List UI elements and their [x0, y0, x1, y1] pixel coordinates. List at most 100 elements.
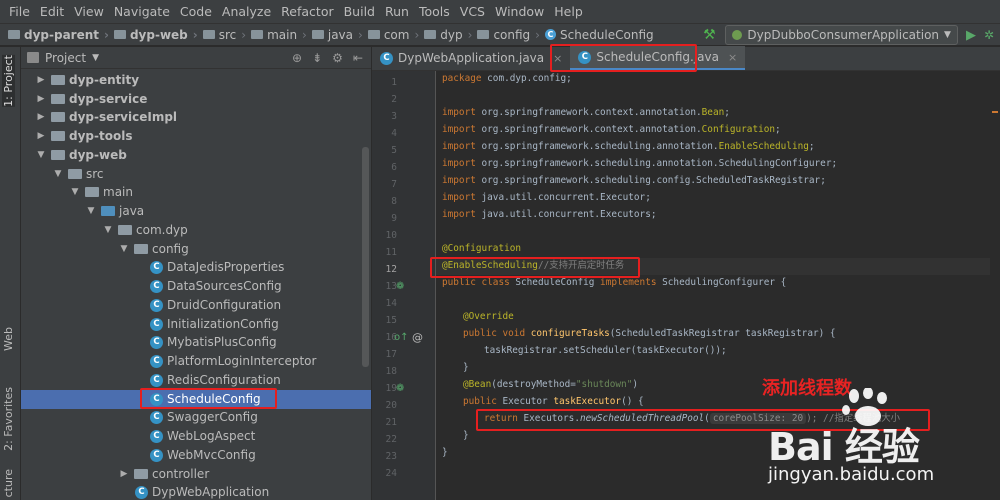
- menu-tools[interactable]: Tools: [414, 0, 455, 24]
- tree-item-class[interactable]: C DataSourcesConfig: [21, 277, 371, 296]
- menu-navigate[interactable]: Navigate: [109, 0, 175, 24]
- hide-icon[interactable]: ⇤: [353, 51, 363, 65]
- breadcrumb-label: ScheduleConfig: [559, 27, 654, 42]
- collapse-arrow-icon[interactable]: ▼: [52, 169, 64, 179]
- override-gutter-icon[interactable]: o↑: [394, 332, 409, 343]
- menu-edit[interactable]: Edit: [35, 0, 69, 24]
- breadcrumb-item[interactable]: C ScheduleConfig: [544, 27, 654, 42]
- menu-run[interactable]: Run: [380, 0, 414, 24]
- collapse-arrow-icon[interactable]: ▼: [102, 225, 114, 235]
- expand-arrow-icon[interactable]: ▶: [35, 112, 47, 122]
- scrollbar[interactable]: [362, 147, 369, 367]
- tree-item-class[interactable]: C DypWebApplication: [21, 483, 371, 500]
- tree-item-label: dyp-web: [69, 148, 127, 163]
- code-text: ;: [724, 107, 730, 118]
- collapse-arrow-icon[interactable]: ▼: [118, 244, 130, 254]
- line-number: 17: [385, 349, 397, 360]
- tool-tab-favorites[interactable]: 2: Favorites: [2, 387, 15, 451]
- tree-item-config[interactable]: ▼ config: [21, 240, 371, 259]
- tree-item-dyp-serviceimpl[interactable]: ▶ dyp-serviceImpl: [21, 108, 371, 127]
- code-line: @Configuration: [442, 241, 521, 258]
- spring-bean-gutter-icon[interactable]: ❁: [396, 383, 404, 394]
- code-text: org.springframework.scheduling.annotatio…: [475, 158, 832, 169]
- code-text: com.dyp.config;: [481, 73, 572, 84]
- tree-item-label: DruidConfiguration: [167, 298, 282, 313]
- menu-code[interactable]: Code: [175, 0, 217, 24]
- close-icon[interactable]: ×: [728, 51, 737, 64]
- tree-item-class[interactable]: C WebMvcConfig: [21, 446, 371, 465]
- tab-dyp-web-application[interactable]: C DypWebApplication.java ×: [372, 46, 570, 70]
- code-line: @Override: [463, 309, 514, 326]
- run-icon[interactable]: ▶: [966, 28, 976, 43]
- expand-arrow-icon[interactable]: ▶: [35, 94, 47, 104]
- breadcrumb-item[interactable]: dyp-web ›: [113, 28, 203, 42]
- menu-analyze[interactable]: Analyze: [217, 0, 276, 24]
- tree-item-dyp-web[interactable]: ▼ dyp-web: [21, 146, 371, 165]
- breadcrumb-item[interactable]: com ›: [367, 27, 424, 42]
- keyword: package: [442, 73, 482, 84]
- tree-item-controller[interactable]: ▶ controller: [21, 465, 371, 484]
- module-folder-icon: [113, 30, 126, 39]
- tree-item-main[interactable]: ▼ main: [21, 183, 371, 202]
- menu-help[interactable]: Help: [549, 0, 588, 24]
- keyword: import: [442, 192, 476, 203]
- tree-item-dyp-tools[interactable]: ▶ dyp-tools: [21, 127, 371, 146]
- tree-item-class[interactable]: C RedisConfiguration: [21, 371, 371, 390]
- run-config-label: DypDubboConsumerApplication: [747, 28, 940, 42]
- collapse-arrow-icon[interactable]: ▼: [69, 187, 81, 197]
- package-icon: [134, 469, 148, 480]
- locate-icon[interactable]: ⊕: [292, 51, 302, 65]
- tree-item-dyp-service[interactable]: ▶ dyp-service: [21, 90, 371, 109]
- tree-item-dyp-entity[interactable]: ▶ dyp-entity: [21, 71, 371, 90]
- tree-item-class[interactable]: C InitializationConfig: [21, 315, 371, 334]
- folder-icon: [68, 169, 82, 180]
- menu-vcs[interactable]: VCS: [455, 0, 490, 24]
- breadcrumb-item[interactable]: config ›: [477, 28, 545, 42]
- line-number: 3: [391, 111, 397, 122]
- class-icon: C: [544, 29, 556, 40]
- breadcrumb-item[interactable]: dyp-parent ›: [8, 28, 114, 42]
- collapse-arrow-icon[interactable]: ▼: [35, 150, 47, 160]
- tree-item-class[interactable]: C DataJedisProperties: [21, 258, 371, 277]
- menu-view[interactable]: View: [69, 0, 109, 24]
- line-number: 5: [391, 145, 397, 156]
- expand-arrow-icon[interactable]: ▶: [35, 131, 47, 141]
- gear-icon[interactable]: ⚙: [332, 51, 343, 65]
- run-config-select[interactable]: DypDubboConsumerApplication ▼: [725, 25, 958, 45]
- tree-item-class[interactable]: C SwaggerConfig: [21, 408, 371, 427]
- tree-item-com-dyp[interactable]: ▼ com.dyp: [21, 221, 371, 240]
- chevron-right-icon: ›: [535, 27, 540, 42]
- code-text: ;: [808, 141, 815, 152]
- menu-refactor[interactable]: Refactor: [276, 0, 338, 24]
- tree-item-src[interactable]: ▼ src: [21, 165, 371, 184]
- collapse-arrow-icon[interactable]: ▼: [85, 206, 97, 216]
- breadcrumb-label: com: [383, 27, 410, 42]
- tree-item-class[interactable]: C DruidConfiguration: [21, 296, 371, 315]
- chevron-down-icon[interactable]: ▼: [92, 53, 99, 63]
- menu-window[interactable]: Window: [490, 0, 549, 24]
- breadcrumb-item[interactable]: src ›: [202, 28, 251, 42]
- tree-item-class[interactable]: C MybatisPlusConfig: [21, 333, 371, 352]
- breadcrumb-item[interactable]: main ›: [251, 28, 312, 42]
- debug-icon[interactable]: ✲: [984, 28, 994, 42]
- tree-item-java[interactable]: ▼ java: [21, 202, 371, 221]
- tool-tab-project[interactable]: 1: Project: [2, 55, 15, 107]
- project-panel: Project ▼ ⊕ ⇟ ⚙ ⇤ ▶ dyp-entity ▶ dyp-servi…: [21, 47, 372, 500]
- tool-tab-structure[interactable]: cture: [2, 469, 15, 497]
- spring-bean-gutter-icon[interactable]: ❁: [396, 281, 404, 292]
- breadcrumb-item[interactable]: dyp ›: [424, 28, 477, 42]
- expand-arrow-icon[interactable]: ▶: [35, 75, 47, 85]
- class-icon: C: [150, 410, 163, 424]
- expand-arrow-icon[interactable]: ▶: [118, 469, 130, 479]
- menu-file[interactable]: File: [4, 0, 35, 24]
- tree-item-class[interactable]: C WebLogAspect: [21, 427, 371, 446]
- menu-build[interactable]: Build: [339, 0, 380, 24]
- breadcrumb-item[interactable]: java ›: [311, 28, 368, 42]
- collapse-icon[interactable]: ⇟: [312, 51, 322, 65]
- tool-tab-web[interactable]: Web: [2, 327, 15, 351]
- line-number: 12: [385, 264, 397, 275]
- project-panel-title[interactable]: Project: [45, 51, 86, 65]
- tree-item-class[interactable]: C PlatformLoginInterceptor: [21, 352, 371, 371]
- annotation-at-icon[interactable]: @: [412, 331, 423, 344]
- build-hammer-icon[interactable]: ⚒: [701, 27, 717, 43]
